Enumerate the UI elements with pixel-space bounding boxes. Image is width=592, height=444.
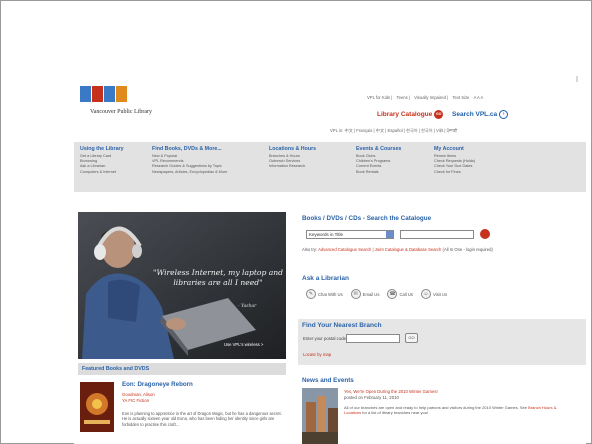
- hero-wireless-link[interactable]: Use VPL's wireless >: [224, 342, 263, 347]
- postal-code-input[interactable]: [346, 334, 400, 343]
- library-catalogue-label: Library Catalogue: [377, 111, 433, 118]
- nav-column-find-books: Find Books, DVDs & More... New & Popular…: [152, 146, 262, 175]
- chevron-down-icon: [386, 231, 393, 238]
- ask-item-label: Email Us: [362, 291, 380, 297]
- search-type-value: Keywords in Title: [309, 232, 344, 237]
- news-date: posted on February 11, 2010: [344, 395, 399, 400]
- ask-a-librarian-options: ✎ Chat With Us ✉ Email Us ☎ Call Us ☺ Vi…: [306, 289, 447, 299]
- email-us-link[interactable]: ✉ Email Us: [350, 289, 380, 299]
- ask-a-librarian-heading[interactable]: Ask a Librarian: [302, 275, 349, 282]
- catalogue-search-heading[interactable]: Books / DVDs / CDs - Search the Catalogu…: [302, 215, 431, 222]
- featured-book-category: YA FIC Fiction: [122, 397, 150, 403]
- library-name: Vancouver Public Library: [90, 109, 152, 115]
- featured-book-title[interactable]: Eon: Dragoneye Reborn: [122, 381, 193, 388]
- search-vpl-link[interactable]: Search VPL.ca ›: [452, 110, 509, 119]
- news-body-suffix: for a list of library branches near you!: [362, 410, 429, 416]
- language-links[interactable]: VPL in: 中文 | Français | 中文 | Español | 한…: [330, 128, 457, 134]
- nav-heading[interactable]: My Account: [434, 146, 544, 152]
- text-size-controls[interactable]: A A A: [474, 95, 484, 100]
- phone-icon: ☎: [387, 289, 398, 299]
- hero-quote: "Wireless Internet, my laptop and librar…: [152, 268, 284, 287]
- vpl-logo[interactable]: Vancouver Public Library: [80, 86, 156, 120]
- ask-item-label: Chat With Us: [318, 291, 343, 297]
- email-icon: ✉: [350, 289, 361, 299]
- also-try-prefix: Also try:: [302, 247, 318, 252]
- also-try-suffix: (All In One - login required): [442, 247, 493, 252]
- logo-mark: [80, 86, 127, 102]
- library-homepage: Vancouver Public Library VPL for Kids | …: [74, 82, 586, 444]
- nav-column-my-account: My Account Renew Items Check Requests (H…: [434, 146, 544, 175]
- link-teens[interactable]: Teens: [397, 95, 408, 100]
- nav-heading[interactable]: Find Books, DVDs & More...: [152, 146, 262, 152]
- featured-book-author[interactable]: Goodman, Alison: [122, 392, 155, 398]
- library-catalogue-link[interactable]: Library Catalogue GO: [377, 110, 444, 119]
- featured-books-bar: Featured Books and DVDS: [78, 363, 286, 375]
- featured-book-meta: Goodman, Alison YA FIC Fiction: [122, 392, 155, 403]
- book-cover[interactable]: [80, 382, 114, 432]
- ask-item-label: Call Us: [399, 291, 413, 297]
- call-us-link[interactable]: ☎ Call Us: [387, 289, 413, 299]
- search-type-select[interactable]: Keywords in Title: [306, 230, 394, 239]
- advanced-search-links[interactable]: Advanced Catalogue Search | Joint Catalo…: [318, 247, 441, 252]
- locate-by-map-link[interactable]: Locate by map: [303, 352, 331, 357]
- search-vpl-label: Search VPL.ca: [452, 111, 498, 118]
- link-vpl-for-kids[interactable]: VPL for Kids: [367, 95, 390, 100]
- visit-us-link[interactable]: ☺ Visit Us: [420, 289, 448, 299]
- news-events-heading[interactable]: News and Events: [302, 377, 354, 384]
- nav-item[interactable]: Newspapers, Articles, Encyclopedias & Mo…: [152, 170, 262, 175]
- featured-book-description: Eon is planning to apprentice in the art…: [122, 411, 282, 427]
- also-try-text: Also try: Advanced Catalogue Search | Jo…: [302, 247, 584, 253]
- nav-item[interactable]: Check for Fines: [434, 170, 544, 175]
- book-cover-art: [80, 382, 114, 432]
- search-arrow-icon: ›: [499, 110, 509, 119]
- link-visually-impaired[interactable]: Visually Impaired: [414, 95, 446, 100]
- news-thumbnail[interactable]: [302, 388, 338, 444]
- catalogue-search-go-button[interactable]: [480, 229, 490, 239]
- featured-books-heading[interactable]: Featured Books and DVDS: [82, 366, 149, 372]
- news-body: All of our branches are open and ready t…: [344, 405, 566, 416]
- catalogue-go-icon: GO: [434, 110, 444, 119]
- visit-icon: ☺: [420, 289, 431, 299]
- news-photo: [302, 388, 338, 444]
- link-text-size[interactable]: Text Size: [452, 95, 469, 100]
- postal-go-button[interactable]: GO: [405, 333, 418, 343]
- hero-signature: - Yashar: [238, 304, 257, 309]
- news-body-prefix: All of our branches are open and ready t…: [344, 405, 527, 410]
- chat-with-us-link[interactable]: ✎ Chat With Us: [306, 289, 343, 299]
- main-navigation: Using the Library Get a Library Card Bor…: [74, 142, 586, 192]
- chat-icon: ✎: [306, 289, 316, 299]
- catalogue-search-input[interactable]: [400, 230, 474, 239]
- hero-banner[interactable]: "Wireless Internet, my laptop and librar…: [78, 212, 286, 359]
- news-headline[interactable]: Yes, We're Open During the 2010 Winter G…: [344, 389, 438, 394]
- find-branch-heading: Find Your Nearest Branch: [302, 322, 382, 329]
- utility-links: VPL for Kids | Teens | Visually Impaired…: [367, 95, 484, 100]
- ask-item-label: Visit Us: [432, 291, 448, 297]
- find-branch-panel: Find Your Nearest Branch Enter your post…: [298, 319, 586, 365]
- postal-code-label: Enter your postal code:: [303, 336, 348, 341]
